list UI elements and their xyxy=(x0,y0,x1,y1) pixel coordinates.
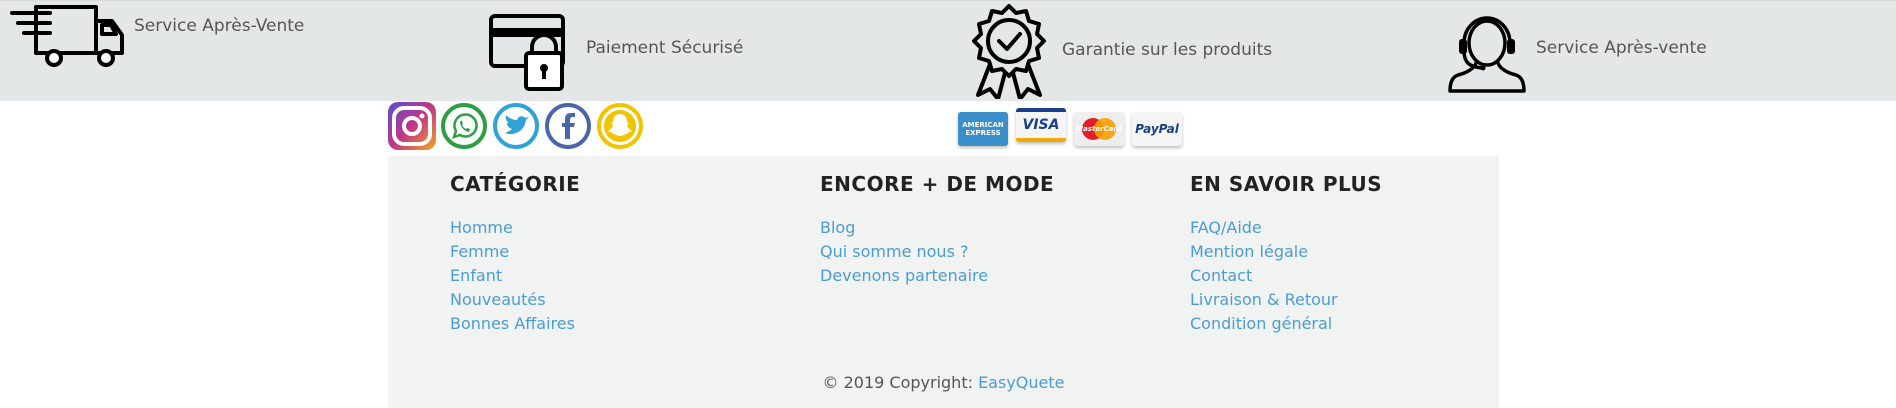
visa-card-icon: VISA xyxy=(1016,108,1066,142)
secure-card-lock-icon xyxy=(489,14,565,91)
footer-link-femme[interactable]: Femme xyxy=(450,240,580,264)
footer-column-mode: ENCORE + DE MODE Blog Qui somme nous ? D… xyxy=(820,172,1054,288)
feature-label: Service Après-Vente xyxy=(134,16,305,36)
delivery-truck-icon xyxy=(10,5,124,67)
footer-link-enfant[interactable]: Enfant xyxy=(450,264,580,288)
footer-link-qui-somme-nous[interactable]: Qui somme nous ? xyxy=(820,240,1054,264)
features-bar: Service Après-Vente Paiement Sécurisé Ga… xyxy=(0,0,1896,101)
footer-column-savoir-plus: EN SAVOIR PLUS FAQ/Aide Mention légale C… xyxy=(1190,172,1382,336)
headset-support-icon xyxy=(1448,16,1526,93)
footer-column-categorie: CATÉGORIE Homme Femme Enfant Nouveautés … xyxy=(450,172,580,336)
footer-link-faq[interactable]: FAQ/Aide xyxy=(1190,216,1382,240)
brand-link[interactable]: EasyQuete xyxy=(978,373,1064,392)
footer-link-livraison-retour[interactable]: Livraison & Retour xyxy=(1190,288,1382,312)
footer-link-homme[interactable]: Homme xyxy=(450,216,580,240)
column-title: CATÉGORIE xyxy=(450,172,581,196)
footer-link-condition-general[interactable]: Condition général xyxy=(1190,312,1382,336)
twitter-icon[interactable] xyxy=(492,102,540,150)
mastercard-card-icon: MasterCard xyxy=(1074,112,1124,146)
facebook-icon[interactable] xyxy=(544,102,592,150)
footer-link-devenons-partenaire[interactable]: Devenons partenaire xyxy=(820,264,1054,288)
column-title: ENCORE + DE MODE xyxy=(820,172,1055,196)
whatsapp-icon[interactable] xyxy=(440,102,488,150)
payment-methods: AMERICAN EXPRESS VISA MasterCard PayPal xyxy=(958,108,1190,146)
award-badge-icon xyxy=(972,4,1046,99)
footer-link-blog[interactable]: Blog xyxy=(820,216,1054,240)
feature-after-sales: Service Après-Vente xyxy=(10,3,304,69)
amex-card-icon: AMERICAN EXPRESS xyxy=(958,112,1008,146)
feature-secure-payment: Paiement Sécurisé xyxy=(488,13,743,93)
feature-label: Garantie sur les produits xyxy=(1062,40,1273,60)
social-links xyxy=(388,102,648,150)
copyright-text: © 2019 Copyright: xyxy=(822,373,979,392)
feature-label: Service Après-vente xyxy=(1536,38,1707,58)
footer-link-mention-legale[interactable]: Mention légale xyxy=(1190,240,1382,264)
feature-after-sales-support: Service Après-vente xyxy=(1448,13,1707,93)
site-footer: CATÉGORIE Homme Femme Enfant Nouveautés … xyxy=(388,156,1499,408)
footer-link-contact[interactable]: Contact xyxy=(1190,264,1382,288)
instagram-icon[interactable] xyxy=(388,102,436,150)
footer-link-nouveautes[interactable]: Nouveautés xyxy=(450,288,580,312)
copyright: © 2019 Copyright: EasyQuete xyxy=(388,373,1499,392)
paypal-card-icon: PayPal xyxy=(1132,112,1182,146)
column-title: EN SAVOIR PLUS xyxy=(1190,172,1383,196)
footer-link-bonnes-affaires[interactable]: Bonnes Affaires xyxy=(450,312,580,336)
feature-warranty: Garantie sur les produits xyxy=(966,3,1272,99)
feature-label: Paiement Sécurisé xyxy=(586,38,744,58)
snapchat-icon[interactable] xyxy=(596,102,644,150)
